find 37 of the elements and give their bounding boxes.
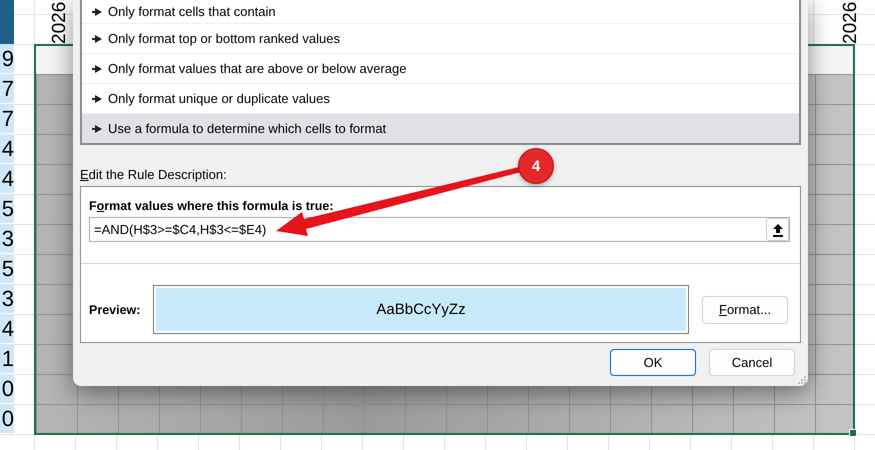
table-cell: 4	[0, 314, 14, 344]
collapse-button[interactable]	[766, 218, 789, 241]
table-cell: 4	[0, 164, 14, 194]
format-button[interactable]: Format...	[702, 296, 788, 324]
table-cell: 7	[0, 104, 14, 134]
column-header: 2026	[839, 0, 862, 44]
row-header-cell	[0, 0, 14, 44]
table-cell: 1	[0, 344, 14, 374]
rule-type-item[interactable]: Only format values that are above or below average	[82, 54, 799, 84]
rule-type-item[interactable]: Use a formula to determine which cells to format	[82, 114, 799, 143]
preview-sample: AaBbCcYyZz	[156, 288, 686, 331]
pointer-icon	[92, 94, 102, 102]
table-cell: 4	[0, 134, 14, 164]
table-cell: 3	[0, 224, 14, 254]
table-cell: 0	[0, 404, 14, 434]
preview-label: Preview:	[89, 302, 142, 316]
table-cell: 9	[0, 44, 14, 74]
formula-field[interactable]: =AND(H$3>=$C4,H$3<=$E4)	[89, 217, 790, 242]
formula-label: Format values where this formula is true:	[89, 199, 335, 213]
table-cell: 3	[0, 284, 14, 314]
table-cell: 0	[0, 374, 14, 404]
pointer-icon	[92, 8, 102, 16]
cancel-button[interactable]: Cancel	[709, 349, 795, 376]
table-cell: 5	[0, 194, 14, 224]
pointer-icon	[92, 34, 102, 42]
table-cell: 5	[0, 254, 14, 284]
section-heading: Edit the Rule Description:	[80, 167, 228, 184]
rule-type-item[interactable]: Only format cells that contain	[82, 0, 799, 24]
ok-button[interactable]: OK	[610, 349, 696, 376]
pointer-icon	[92, 124, 102, 132]
column-header: 2026	[48, 0, 71, 44]
upload-arrow-icon	[772, 222, 784, 236]
resize-grip-icon[interactable]	[797, 375, 807, 385]
pointer-icon	[92, 64, 102, 72]
table-cell: 7	[0, 74, 14, 104]
fill-handle[interactable]	[849, 429, 857, 437]
rule-type-item[interactable]: Only format top or bottom ranked values	[82, 24, 799, 54]
